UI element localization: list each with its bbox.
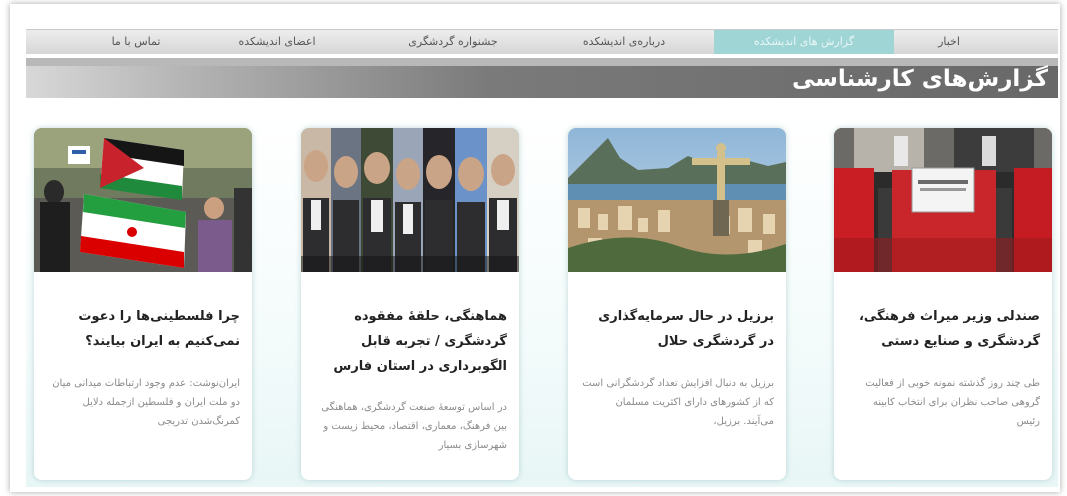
card-image-meeting[interactable]	[834, 128, 1052, 272]
nav-item-members[interactable]: اعضای اندیشکده	[202, 30, 352, 54]
report-card[interactable]: هماهنگی، حلقهٔ مفقوده گردشگری / تجربه قا…	[301, 128, 519, 480]
main-nav: اخبار گزارش های اندیشکده درباره‌ی اندیشک…	[26, 29, 1058, 54]
card-image-flags[interactable]	[34, 128, 252, 272]
card-title[interactable]: برزیل در حال سرمایه‌گذاری در گردشگری حلا…	[582, 304, 774, 354]
card-image-officials[interactable]	[301, 128, 519, 272]
card-title[interactable]: صندلی وزیر میراث فرهنگی، گردشگری و صنایع…	[848, 304, 1040, 354]
card-excerpt: طی چند روز گذشته نمونه خوبی از فعالیت گر…	[865, 378, 1040, 427]
report-card[interactable]: چرا فلسطینی‌ها را دعوت نمی‌کنیم به ایران…	[34, 128, 252, 480]
section-header-band: گزارش‌های کارشناسی	[26, 58, 1058, 98]
report-card[interactable]: برزیل در حال سرمایه‌گذاری در گردشگری حلا…	[568, 128, 786, 480]
card-excerpt: ایران‌نوشت: عدم وجود ارتباطات میدانی میا…	[52, 378, 240, 427]
card-excerpt: در اساس توسعهٔ صنعت گردشگری، هماهنگی بین…	[321, 402, 507, 451]
nav-item-reports[interactable]: گزارش های اندیشکده	[714, 30, 894, 54]
section-title: گزارش‌های کارشناسی	[792, 66, 1048, 92]
nav-item-festival[interactable]: جشنواره گردشگری	[368, 30, 538, 54]
nav-item-contact[interactable]: تماس با ما	[76, 30, 196, 54]
card-excerpt: برزیل به دنبال افزایش تعداد گردشگرانی اس…	[582, 378, 774, 427]
card-image-rio[interactable]	[568, 128, 786, 272]
card-title[interactable]: هماهنگی، حلقهٔ مفقوده گردشگری / تجربه قا…	[315, 304, 507, 379]
nav-item-about[interactable]: درباره‌ی اندیشکده	[544, 30, 704, 54]
report-card[interactable]: صندلی وزیر میراث فرهنگی، گردشگری و صنایع…	[834, 128, 1052, 480]
nav-item-news[interactable]: اخبار	[904, 30, 994, 54]
card-title[interactable]: چرا فلسطینی‌ها را دعوت نمی‌کنیم به ایران…	[48, 304, 240, 354]
